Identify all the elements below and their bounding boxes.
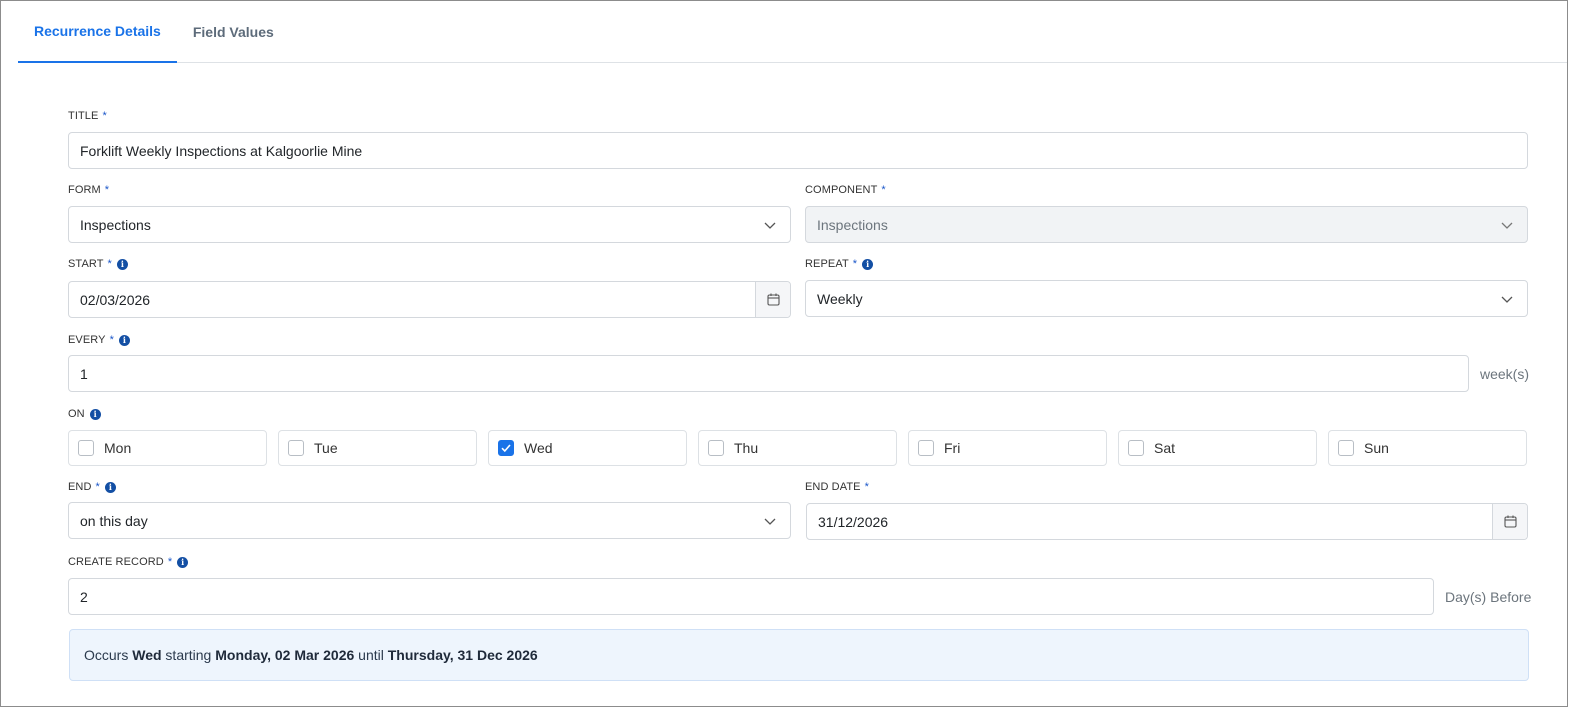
end-date-input[interactable]: 31/12/2026 xyxy=(806,503,1528,540)
form-label-text: FORM xyxy=(68,184,101,196)
info-icon[interactable]: i xyxy=(104,481,116,493)
every-label-text: EVERY xyxy=(68,334,106,346)
recurrence-panel: Recurrence Details Field Values TITLE * F… xyxy=(0,0,1568,707)
day-label: Thu xyxy=(734,440,759,456)
day-option-tue[interactable]: Tue xyxy=(278,430,477,466)
chevron-down-icon xyxy=(764,518,776,525)
day-option-wed[interactable]: Wed xyxy=(488,430,687,466)
start-label: START * i xyxy=(68,257,128,271)
title-value: Forklift Weekly Inspections at Kalgoorli… xyxy=(80,142,363,159)
day-checkbox[interactable] xyxy=(78,440,94,456)
chevron-down-icon xyxy=(1501,296,1513,303)
chevron-down-icon xyxy=(1501,222,1513,229)
day-checkbox[interactable] xyxy=(288,440,304,456)
day-option-thu[interactable]: Thu xyxy=(698,430,897,466)
day-label: Mon xyxy=(104,440,132,456)
required-mark: * xyxy=(852,258,858,270)
start-label-text: START xyxy=(68,258,104,270)
day-label: Fri xyxy=(944,440,961,456)
create-record-unit: Day(s) Before xyxy=(1445,588,1532,605)
end-date-picker-button[interactable] xyxy=(1492,504,1527,539)
info-icon[interactable]: i xyxy=(89,408,101,420)
component-label-text: COMPONENT xyxy=(805,184,878,196)
recurrence-summary: Occurs Wed starting Monday, 02 Mar 2026 … xyxy=(69,629,1529,681)
summary-start-date: Monday, 02 Mar 2026 xyxy=(215,647,355,663)
every-label: EVERY * i xyxy=(68,333,130,347)
required-mark: * xyxy=(167,556,173,568)
form-label: FORM * xyxy=(68,183,109,197)
component-select: Inspections xyxy=(805,206,1528,243)
every-value: 1 xyxy=(80,365,88,382)
end-select[interactable]: on this day xyxy=(68,502,791,539)
required-mark: * xyxy=(864,481,869,493)
required-mark: * xyxy=(881,184,886,196)
required-mark: * xyxy=(102,110,107,122)
day-option-sun[interactable]: Sun xyxy=(1328,430,1527,466)
end-label-text: END xyxy=(68,481,92,493)
required-mark: * xyxy=(109,334,114,346)
calendar-icon xyxy=(766,293,780,306)
start-date-picker-button[interactable] xyxy=(755,282,790,317)
day-option-mon[interactable]: Mon xyxy=(68,430,267,466)
check-icon xyxy=(501,444,511,453)
every-unit: week(s) xyxy=(1480,365,1530,382)
day-label: Sun xyxy=(1364,440,1389,456)
repeat-select-value: Weekly xyxy=(817,290,863,307)
create-record-input[interactable]: 2 xyxy=(68,578,1434,615)
day-checkbox[interactable] xyxy=(1128,440,1144,456)
summary-day: Wed xyxy=(132,647,162,663)
day-label: Wed xyxy=(524,440,553,456)
end-date-label: END DATE * xyxy=(805,480,869,494)
day-label: Sat xyxy=(1154,440,1176,456)
summary-prefix: Occurs xyxy=(84,647,133,663)
info-icon[interactable]: i xyxy=(177,556,189,568)
create-record-value: 2 xyxy=(80,588,88,605)
day-checkbox[interactable] xyxy=(1338,440,1354,456)
day-checkbox[interactable] xyxy=(498,440,514,456)
end-date-value: 31/12/2026 xyxy=(818,513,889,530)
info-icon[interactable]: i xyxy=(118,334,130,346)
summary-until: until xyxy=(354,647,388,663)
component-label: COMPONENT * xyxy=(805,183,886,197)
on-label-text: ON xyxy=(68,408,85,420)
title-label: TITLE * xyxy=(68,109,107,123)
tab-recurrence-details[interactable]: Recurrence Details xyxy=(18,1,177,63)
repeat-select[interactable]: Weekly xyxy=(805,280,1528,317)
summary-starting: starting xyxy=(161,647,216,663)
calendar-icon xyxy=(1503,515,1517,528)
end-date-label-text: END DATE xyxy=(805,481,861,493)
day-checkbox[interactable] xyxy=(918,440,934,456)
start-date-input[interactable]: 02/03/2026 xyxy=(68,281,791,318)
title-input[interactable]: Forklift Weekly Inspections at Kalgoorli… xyxy=(68,132,1528,169)
form-select-value: Inspections xyxy=(80,216,151,233)
tab-bar: Recurrence Details Field Values xyxy=(18,1,1567,63)
day-option-sat[interactable]: Sat xyxy=(1118,430,1317,466)
required-mark: * xyxy=(107,258,112,270)
tab-field-values[interactable]: Field Values xyxy=(177,1,290,63)
title-label-text: TITLE xyxy=(68,110,99,122)
summary-end-date: Thursday, 31 Dec 2026 xyxy=(387,647,538,663)
day-option-fri[interactable]: Fri xyxy=(908,430,1107,466)
form-select[interactable]: Inspections xyxy=(68,206,791,243)
info-icon[interactable]: i xyxy=(116,258,128,270)
info-icon[interactable]: i xyxy=(862,258,874,270)
repeat-label: REPEAT * i xyxy=(805,257,874,271)
start-date-value: 02/03/2026 xyxy=(80,291,151,308)
create-record-label: CREATE RECORD * i xyxy=(68,555,189,569)
day-label: Tue xyxy=(314,440,338,456)
required-mark: * xyxy=(95,481,100,493)
end-label: END * i xyxy=(68,480,116,494)
end-select-value: on this day xyxy=(80,512,148,529)
component-select-value: Inspections xyxy=(817,216,888,233)
repeat-label-text: REPEAT xyxy=(805,258,849,270)
create-record-label-text: CREATE RECORD xyxy=(68,556,164,568)
chevron-down-icon xyxy=(764,222,776,229)
on-label: ON i xyxy=(68,407,101,421)
required-mark: * xyxy=(104,184,110,196)
day-checkbox[interactable] xyxy=(708,440,724,456)
every-input[interactable]: 1 xyxy=(68,355,1469,392)
